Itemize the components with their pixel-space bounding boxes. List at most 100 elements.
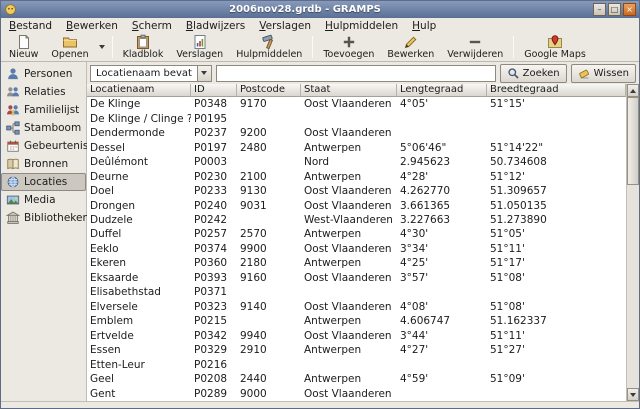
cell-locatienaam: Dessel: [87, 142, 191, 154]
cell-id: P0216: [191, 359, 237, 371]
table-row[interactable]: Emblem P0215 Antwerpen 4.606747 51.16233…: [87, 314, 626, 328]
table-row[interactable]: Eeklo P0374 9900 Oost Vlaanderen 3°34' 5…: [87, 242, 626, 256]
table-row[interactable]: Eksaarde P0393 9160 Oost Vlaanderen 3°57…: [87, 271, 626, 285]
table-row[interactable]: Doel P0233 9130 Oost Vlaanderen 4.262770…: [87, 184, 626, 198]
table-row[interactable]: Dendermonde P0237 9200 Oost Vlaanderen: [87, 126, 626, 140]
filter-field-value: Locatienaam bevat: [91, 66, 197, 81]
cell-id: P0323: [191, 301, 237, 313]
cell-staat: West-Vlaanderen: [301, 214, 397, 226]
table-row[interactable]: Essen P0329 2910 Antwerpen 4°27' 51°27': [87, 343, 626, 357]
places-view: Locatienaam bevat Zoeken Wissen Locatie: [87, 62, 639, 401]
vertical-scrollbar[interactable]: [626, 84, 639, 401]
menu-bladwijzers[interactable]: Bladwijzers: [179, 19, 252, 33]
google-maps-button[interactable]: Google Maps: [518, 34, 592, 60]
scrollbar-thumb[interactable]: [627, 97, 639, 185]
cell-breedtegraad: 51°09': [487, 373, 626, 385]
maximize-button[interactable]: □: [608, 3, 621, 16]
repositories-icon: [6, 211, 20, 225]
cell-breedtegraad: 51°08': [487, 301, 626, 313]
sidebar-item-personen[interactable]: Personen: [1, 65, 86, 83]
cell-id: P0393: [191, 272, 237, 284]
filter-field-dropdown[interactable]: Locatienaam bevat: [90, 65, 212, 82]
table-row[interactable]: Dessel P0197 2480 Antwerpen 5°06'46" 51°…: [87, 140, 626, 154]
table-row[interactable]: De Klinge P0348 9170 Oost Vlaanderen 4°0…: [87, 97, 626, 111]
search-input[interactable]: [216, 65, 496, 82]
add-button[interactable]: Toevoegen: [317, 34, 380, 60]
dropdown-arrow-button[interactable]: [197, 66, 211, 81]
search-button[interactable]: Zoeken: [500, 64, 567, 83]
cell-id: P0197: [191, 142, 237, 154]
cell-staat: Nord: [301, 156, 397, 168]
open-dropdown-arrow[interactable]: [96, 34, 108, 60]
table-row[interactable]: Ertvelde P0342 9940 Oost Vlaanderen 3°44…: [87, 329, 626, 343]
table-row[interactable]: Deurne P0230 2100 Antwerpen 4°28' 51°12': [87, 169, 626, 183]
cell-locatienaam: Duffel: [87, 228, 191, 240]
scroll-down-button[interactable]: [627, 388, 639, 401]
menu-hulp[interactable]: Hulp: [405, 19, 443, 33]
table-row[interactable]: Etten-Leur P0216: [87, 357, 626, 371]
column-header-breedtegraad[interactable]: Breedtegraad: [487, 84, 626, 97]
edit-button[interactable]: Bewerken: [381, 34, 440, 60]
sidebar-item-media[interactable]: Media: [1, 191, 86, 209]
cell-lengtegraad: 4°05': [397, 98, 487, 110]
table-row[interactable]: Geel P0208 2440 Antwerpen 4°59' 51°09': [87, 372, 626, 386]
menu-verslagen[interactable]: Verslagen: [252, 19, 318, 33]
cell-postcode: 9940: [237, 330, 301, 342]
search-button-label: Zoeken: [523, 68, 560, 79]
column-header-staat[interactable]: Staat: [301, 84, 397, 97]
sidebar-item-bibliotheken[interactable]: Bibliotheken: [1, 209, 86, 227]
new-button[interactable]: Nieuw: [3, 34, 44, 60]
sidebar-item-label: Bibliotheken: [24, 212, 89, 224]
column-header-locatienaam[interactable]: Locatienaam: [87, 84, 191, 97]
cell-breedtegraad: 51°15': [487, 98, 626, 110]
cell-staat: Oost Vlaanderen: [301, 301, 397, 313]
cell-id: P0230: [191, 171, 237, 183]
sidebar-item-locaties[interactable]: Locaties: [1, 173, 86, 191]
arrow-up-icon: [630, 89, 636, 93]
cell-id: P0240: [191, 200, 237, 212]
table-row[interactable]: Duffel P0257 2570 Antwerpen 4°30' 51°05': [87, 227, 626, 241]
sidebar-item-label: Personen: [24, 68, 72, 80]
table-row[interactable]: Drongen P0240 9031 Oost Vlaanderen 3.661…: [87, 198, 626, 212]
open-button[interactable]: Openen: [45, 34, 94, 60]
column-header-lengtegraad[interactable]: Lengtegraad: [397, 84, 487, 97]
table-row[interactable]: Deûlémont P0003 Nord 2.945623 50.734608: [87, 155, 626, 169]
menu-bewerken[interactable]: Bewerken: [59, 19, 125, 33]
table-row[interactable]: Elisabethstad P0371: [87, 285, 626, 299]
sidebar-item-relaties[interactable]: Relaties: [1, 83, 86, 101]
menu-bestand[interactable]: Bestand: [2, 19, 59, 33]
sidebar-item-label: Media: [24, 194, 56, 206]
table-row[interactable]: Gent P0289 9000 Oost Vlaanderen: [87, 386, 626, 400]
scroll-up-button[interactable]: [627, 84, 639, 97]
content-area: Personen Relaties Familielijst Stamboom …: [1, 62, 639, 401]
cell-locatienaam: Geel: [87, 373, 191, 385]
menu-scherm[interactable]: Scherm: [125, 19, 179, 33]
table-row[interactable]: Dudzele P0242 West-Vlaanderen 3.227663 5…: [87, 213, 626, 227]
column-header-id[interactable]: ID: [191, 84, 237, 97]
title-bar[interactable]: 2006nov28.grdb - GRAMPS – □ ×: [1, 1, 639, 18]
table-row[interactable]: Elversele P0323 9140 Oost Vlaanderen 4°0…: [87, 300, 626, 314]
table-row[interactable]: Ekeren P0360 2180 Antwerpen 4°25' 51°17': [87, 256, 626, 270]
menu-hulpmiddelen[interactable]: Hulpmiddelen: [318, 19, 405, 33]
minimize-button[interactable]: –: [593, 3, 606, 16]
reports-button[interactable]: Verslagen: [170, 34, 229, 60]
cell-id: P0329: [191, 344, 237, 356]
cell-locatienaam: Ekeren: [87, 257, 191, 269]
sidebar-item-stamboom[interactable]: Stamboom: [1, 119, 86, 137]
family-list-icon: [6, 103, 20, 117]
cell-locatienaam: Gent: [87, 388, 191, 400]
close-button[interactable]: ×: [623, 3, 636, 16]
sidebar-item-bronnen[interactable]: Bronnen: [1, 155, 86, 173]
column-header-postcode[interactable]: Postcode: [237, 84, 301, 97]
sidebar-item-familielijst[interactable]: Familielijst: [1, 101, 86, 119]
table-row[interactable]: De Klinge / Clinge ? P0195: [87, 111, 626, 125]
clear-button[interactable]: Wissen: [571, 64, 636, 83]
cell-locatienaam: Etten-Leur: [87, 359, 191, 371]
remove-button[interactable]: Verwijderen: [441, 34, 509, 60]
cell-id: P0348: [191, 98, 237, 110]
sidebar-item-label: Bronnen: [24, 158, 68, 170]
tools-button[interactable]: Hulpmiddelen: [230, 34, 308, 60]
scratchpad-button[interactable]: Kladblok: [117, 34, 170, 60]
sidebar-item-gebeurtenissen[interactable]: Gebeurtenissen: [1, 137, 86, 155]
toolbar-separator: [513, 36, 514, 58]
